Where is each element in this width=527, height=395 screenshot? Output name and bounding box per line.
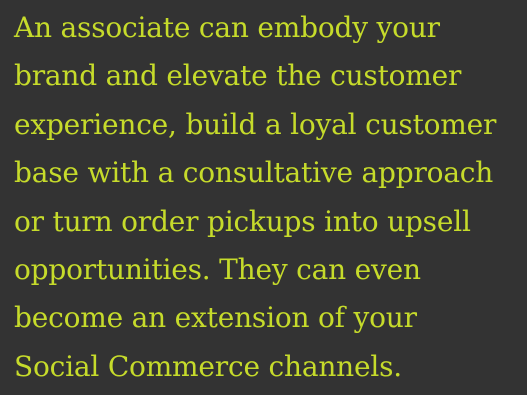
paragraph-line: An associate can embody your [14, 11, 440, 44]
paragraph-line: Social Commerce channels. [14, 349, 402, 383]
body-paragraph: An associate can embody your brand and e… [14, 4, 524, 391]
paragraph-line: brand and elevate the customer [14, 59, 462, 93]
text-panel: An associate can embody your brand and e… [0, 0, 527, 395]
paragraph-line: or turn order pickups into upsell [14, 204, 471, 238]
paragraph-line: opportunities. They can even [14, 253, 421, 287]
paragraph-line: become an extension of your [14, 301, 417, 335]
paragraph-line: base with a consultative approach [14, 156, 494, 190]
paragraph-line: experience, build a loyal customer [14, 107, 497, 141]
